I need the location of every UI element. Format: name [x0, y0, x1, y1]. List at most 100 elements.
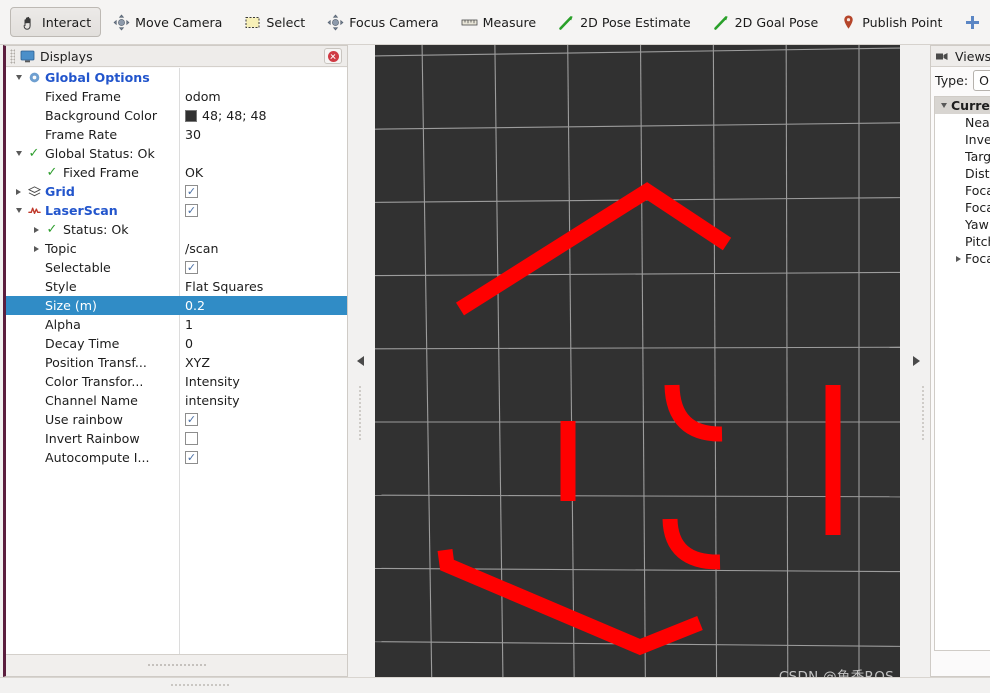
- view-property-row[interactable]: Invert Z Axis: [935, 131, 990, 148]
- property-value-cell[interactable]: 0.2: [179, 296, 347, 315]
- display-property-row[interactable]: Size (m) 0.2: [6, 296, 347, 315]
- view-property-row[interactable]: Pitch: [935, 233, 990, 250]
- view-property-row[interactable]: Target Frame: [935, 148, 990, 165]
- color-swatch[interactable]: [185, 109, 197, 122]
- display-property-row[interactable]: Decay Time 0: [6, 334, 347, 353]
- property-value-cell[interactable]: OK: [179, 163, 347, 182]
- right-splitter[interactable]: [906, 45, 926, 677]
- tool-select-button[interactable]: Select: [234, 7, 315, 37]
- property-name-cell: ✓ Global Status: Ok: [6, 144, 179, 163]
- tool-add-button[interactable]: [954, 7, 990, 37]
- property-value-text: intensity: [185, 393, 240, 408]
- close-panel-button[interactable]: [324, 48, 342, 64]
- collapse-right-arrow-icon[interactable]: [912, 356, 920, 366]
- property-value-text: OK: [185, 165, 204, 180]
- display-property-row[interactable]: Frame Rate 30: [6, 125, 347, 144]
- tree-expander-right-icon[interactable]: [12, 188, 25, 195]
- bottom-resize-handle[interactable]: [170, 683, 230, 688]
- display-property-row[interactable]: Channel Name intensity: [6, 391, 347, 410]
- view-property-row[interactable]: Near Clip Di...: [935, 114, 990, 131]
- displays-panel-titlebar[interactable]: Displays: [6, 46, 347, 67]
- display-property-row[interactable]: Grid ✓: [6, 182, 347, 201]
- display-property-row[interactable]: Style Flat Squares: [6, 277, 347, 296]
- display-property-row[interactable]: ✓ Status: Ok: [6, 220, 347, 239]
- property-value-cell[interactable]: XYZ: [179, 353, 347, 372]
- tool-move-camera-button[interactable]: Move Camera: [103, 7, 232, 37]
- display-property-row[interactable]: Invert Rainbow: [6, 429, 347, 448]
- display-property-row[interactable]: Selectable ✓: [6, 258, 347, 277]
- view-property-row[interactable]: Yaw: [935, 216, 990, 233]
- tree-expander-down-icon[interactable]: [12, 208, 25, 213]
- tree-expander-down-icon[interactable]: [12, 151, 25, 156]
- view-property-row[interactable]: Focal Point: [935, 250, 990, 267]
- property-value-cell[interactable]: ✓: [179, 182, 347, 201]
- view-property-row[interactable]: Current View: [935, 97, 990, 114]
- property-value-cell[interactable]: 0: [179, 334, 347, 353]
- view-property-row[interactable]: Distance: [935, 165, 990, 182]
- laserscan-icon: [25, 204, 43, 217]
- views-panel-titlebar[interactable]: Views: [931, 46, 990, 67]
- tool-interact-button[interactable]: Interact: [10, 7, 102, 37]
- panel-drag-handle[interactable]: [10, 48, 15, 64]
- checkbox-unchecked[interactable]: [185, 432, 198, 445]
- display-property-row[interactable]: ✓ Fixed Frame OK: [6, 163, 347, 182]
- display-property-row[interactable]: Alpha 1: [6, 315, 347, 334]
- ruler-icon: [461, 14, 478, 31]
- tree-expander-right-icon[interactable]: [30, 245, 43, 252]
- display-property-row[interactable]: ✓ Global Status: Ok: [6, 144, 347, 163]
- view-type-combobox[interactable]: Orbit (rviz_default_plugins): [973, 69, 990, 91]
- property-value-cell[interactable]: odom: [179, 87, 347, 106]
- checkbox-checked[interactable]: ✓: [185, 261, 198, 274]
- collapse-left-arrow-icon[interactable]: [356, 356, 364, 366]
- display-property-row[interactable]: Global Options: [6, 68, 347, 87]
- checkbox-checked[interactable]: ✓: [185, 451, 198, 464]
- views-property-tree[interactable]: Current View Near Clip Di... Invert Z Axis…: [934, 96, 990, 651]
- display-property-row[interactable]: LaserScan ✓: [6, 201, 347, 220]
- view-property-row[interactable]: Focal Shape ...: [935, 182, 990, 199]
- tool-2d-pose-estimate-button[interactable]: 2D Pose Estimate: [548, 7, 701, 37]
- tool-2d-goal-pose-button[interactable]: 2D Goal Pose: [703, 7, 829, 37]
- checkbox-checked[interactable]: ✓: [185, 185, 198, 198]
- display-property-row[interactable]: Topic/scan: [6, 239, 347, 258]
- property-name-cell: LaserScan: [6, 201, 179, 220]
- main-toolbar: Interact Move Camera Select Focus Camera: [0, 0, 990, 45]
- left-splitter[interactable]: [350, 45, 370, 677]
- property-value-cell[interactable]: ✓: [179, 410, 347, 429]
- property-value-cell[interactable]: ✓: [179, 448, 347, 467]
- property-value-cell[interactable]: [179, 429, 347, 448]
- tree-expander-right-icon[interactable]: [951, 255, 965, 262]
- property-value-cell[interactable]: 1: [179, 315, 347, 334]
- tree-expander-right-icon[interactable]: [30, 226, 43, 233]
- property-value-cell[interactable]: Intensity: [179, 372, 347, 391]
- checkbox-checked[interactable]: ✓: [185, 413, 198, 426]
- property-value-cell[interactable]: Flat Squares: [179, 277, 347, 296]
- displays-property-tree[interactable]: Global Options Fixed Frame odom Background …: [6, 68, 347, 654]
- property-value-cell[interactable]: ✓: [179, 201, 347, 220]
- property-value-cell[interactable]: intensity: [179, 391, 347, 410]
- view-property-row[interactable]: Focal Shape ...: [935, 199, 990, 216]
- property-value-cell[interactable]: [179, 68, 347, 87]
- plus-icon: [964, 14, 981, 31]
- property-value-cell[interactable]: 48; 48; 48: [179, 106, 347, 125]
- tree-expander-down-icon[interactable]: [12, 75, 25, 80]
- display-property-row[interactable]: Autocompute I... ✓: [6, 448, 347, 467]
- property-value-cell[interactable]: ✓: [179, 258, 347, 277]
- property-name-cell: Style: [6, 277, 179, 296]
- display-property-row[interactable]: Use rainbow ✓: [6, 410, 347, 429]
- checkbox-checked[interactable]: ✓: [185, 204, 198, 217]
- property-value-cell[interactable]: /scan: [179, 239, 347, 258]
- view-type-label: Type:: [935, 72, 969, 88]
- tool-measure-button[interactable]: Measure: [451, 7, 547, 37]
- display-property-row[interactable]: Fixed Frame odom: [6, 87, 347, 106]
- tree-expander-down-icon[interactable]: [937, 103, 951, 108]
- tool-focus-camera-button[interactable]: Focus Camera: [317, 7, 448, 37]
- property-value-cell[interactable]: 30: [179, 125, 347, 144]
- display-property-row[interactable]: Background Color 48; 48; 48: [6, 106, 347, 125]
- property-value-cell[interactable]: [179, 144, 347, 163]
- property-value-cell[interactable]: [179, 220, 347, 239]
- tool-publish-point-button[interactable]: Publish Point: [830, 7, 952, 37]
- panel-resize-handle[interactable]: [146, 663, 207, 668]
- render-viewport-3d[interactable]: CSDN @鱼香ROS: [375, 45, 900, 693]
- display-property-row[interactable]: Position Transf... XYZ: [6, 353, 347, 372]
- display-property-row[interactable]: Color Transfor... Intensity: [6, 372, 347, 391]
